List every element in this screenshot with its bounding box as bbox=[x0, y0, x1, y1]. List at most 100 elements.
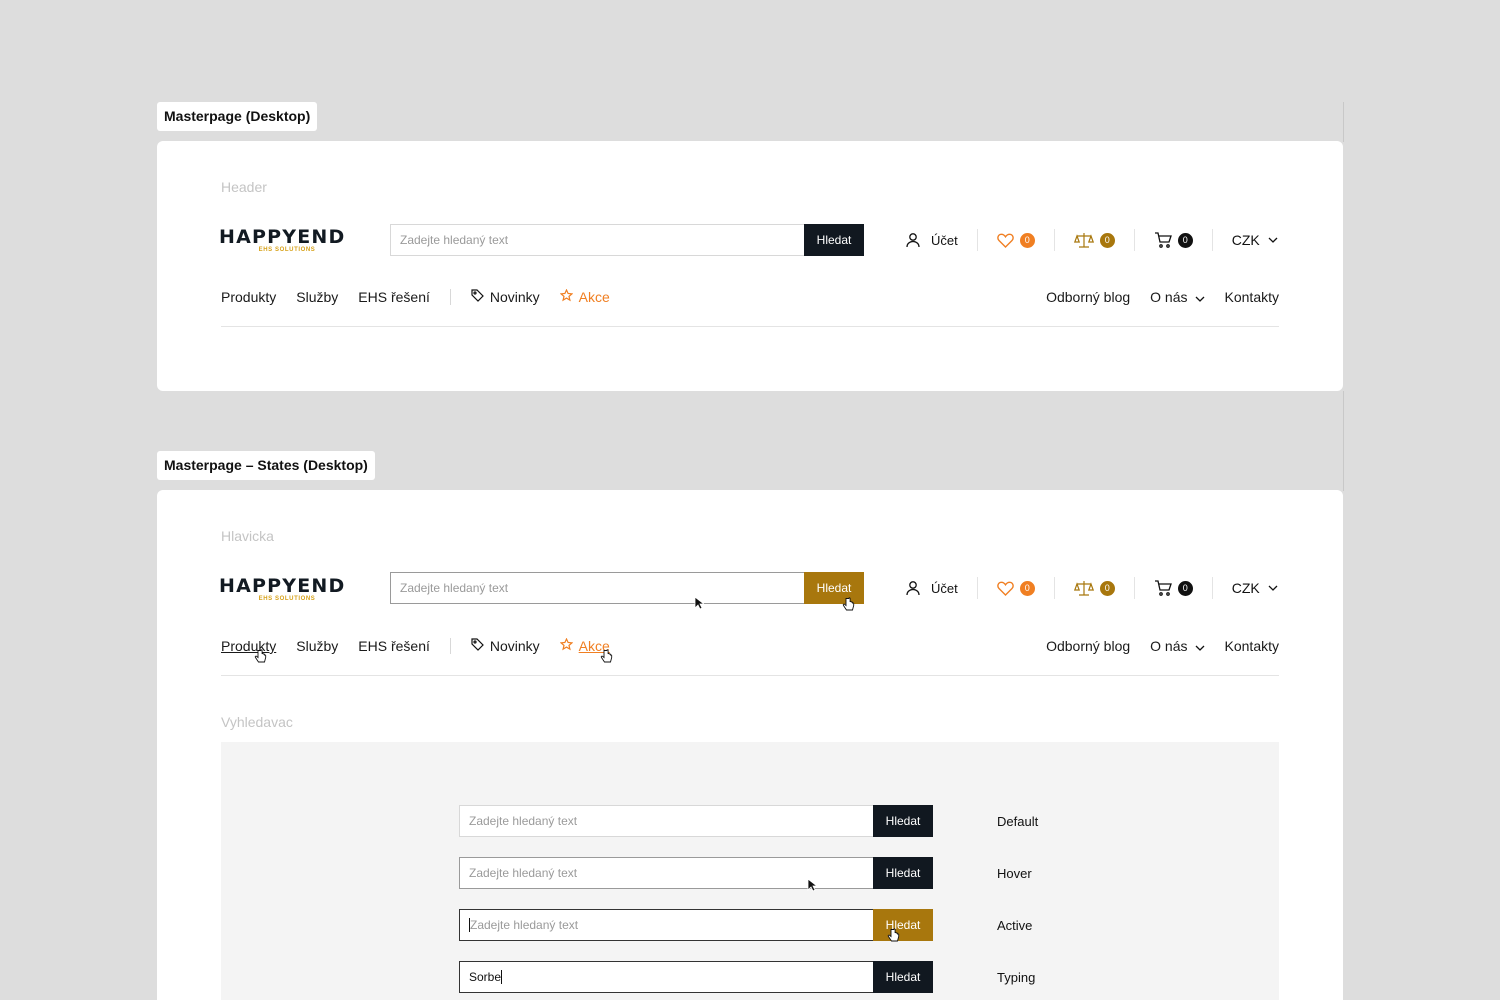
frame-title-desktop: Masterpage (Desktop) bbox=[157, 102, 318, 131]
wishlist-link[interactable]: 0 bbox=[978, 229, 1055, 251]
logo-wordmark: HAPPYEND bbox=[219, 575, 346, 597]
nav-services[interactable]: Služby bbox=[296, 289, 338, 305]
currency-label: CZK bbox=[1231, 580, 1260, 596]
state-label-active: Active bbox=[997, 918, 1033, 933]
nav-divider bbox=[449, 638, 451, 654]
search-bar-hover: Zadejte hledaný text Hledat bbox=[459, 857, 933, 889]
search-typed-value: Sorbe bbox=[469, 970, 502, 984]
search-button[interactable]: Hledat bbox=[804, 224, 864, 256]
nav-promo[interactable]: Akce bbox=[559, 288, 610, 305]
cart-icon bbox=[1154, 232, 1172, 248]
hand-cursor-icon bbox=[842, 597, 855, 611]
wishlist-count: 0 bbox=[1019, 232, 1035, 248]
nav-ehs[interactable]: EHS řešení bbox=[358, 289, 430, 305]
chevron-down-icon bbox=[1195, 289, 1205, 305]
nav-products[interactable]: Produkty bbox=[221, 289, 276, 305]
nav-promo-label: Akce bbox=[578, 289, 610, 305]
nav-divider bbox=[449, 289, 451, 305]
frame-divider bbox=[1343, 102, 1344, 142]
cart-icon bbox=[1154, 580, 1172, 596]
chevron-down-icon bbox=[1268, 585, 1278, 591]
main-nav: Produkty Služby EHS řešení Novinky Akce … bbox=[221, 626, 1279, 676]
nav-about[interactable]: O nás bbox=[1150, 638, 1204, 654]
hand-cursor-icon bbox=[600, 649, 613, 663]
search-button[interactable]: Hledat bbox=[804, 572, 864, 604]
states-card: Hlavicka HAPPYEND EHS SOLUTIONS Zadejte … bbox=[157, 490, 1343, 1000]
search-input[interactable]: Zadejte hledaný text bbox=[459, 805, 873, 837]
search-input[interactable]: Zadejte hledaný text bbox=[459, 909, 873, 941]
nav-about-label: O nás bbox=[1150, 289, 1188, 305]
account-link[interactable]: Účet bbox=[886, 577, 978, 599]
section-label-vyhledavac: Vyhledavac bbox=[221, 714, 293, 730]
logo[interactable]: HAPPYEND EHS SOLUTIONS bbox=[219, 227, 353, 261]
cart-link[interactable]: 0 bbox=[1135, 577, 1213, 599]
nav-blog[interactable]: Odborný blog bbox=[1046, 289, 1130, 305]
main-nav: Produkty Služby EHS řešení Novinky Akce … bbox=[221, 277, 1279, 327]
arrow-cursor-icon bbox=[694, 596, 704, 610]
wishlist-count: 0 bbox=[1019, 580, 1035, 596]
nav-products[interactable]: Produkty bbox=[221, 638, 276, 654]
nav-news[interactable]: Novinky bbox=[471, 289, 540, 305]
search-bar-typing: Sorbe Hledat bbox=[459, 961, 933, 993]
nav-contacts[interactable]: Kontakty bbox=[1225, 289, 1279, 305]
frame-title-states: Masterpage – States (Desktop) bbox=[157, 451, 375, 480]
nav-services[interactable]: Služby bbox=[296, 638, 338, 654]
nav-news-label: Novinky bbox=[489, 289, 540, 305]
search-button[interactable]: Hledat bbox=[873, 805, 933, 837]
cart-link[interactable]: 0 bbox=[1135, 229, 1213, 251]
header-card: Header HAPPYEND EHS SOLUTIONS Zadejte hl… bbox=[157, 141, 1343, 391]
cart-count: 0 bbox=[1177, 580, 1193, 596]
search-placeholder: Zadejte hledaný text bbox=[470, 918, 579, 932]
scales-icon bbox=[1073, 232, 1094, 248]
section-label-header: Header bbox=[221, 179, 267, 195]
utility-bar: Účet 0 0 0 CZK bbox=[886, 224, 1278, 256]
tag-icon bbox=[471, 638, 484, 654]
star-icon bbox=[559, 637, 574, 654]
tag-icon bbox=[471, 289, 484, 305]
heart-icon bbox=[996, 233, 1014, 248]
star-icon bbox=[559, 288, 574, 305]
nav-news[interactable]: Novinky bbox=[471, 638, 540, 654]
chevron-down-icon bbox=[1268, 237, 1278, 243]
arrow-cursor-icon bbox=[807, 878, 817, 892]
nav-ehs[interactable]: EHS řešení bbox=[358, 638, 430, 654]
currency-label: CZK bbox=[1231, 232, 1260, 248]
hand-cursor-icon bbox=[254, 649, 267, 663]
nav-contacts[interactable]: Kontakty bbox=[1225, 638, 1279, 654]
user-icon bbox=[905, 580, 921, 596]
compare-link[interactable]: 0 bbox=[1055, 577, 1135, 599]
search-input[interactable]: Zadejte hledaný text bbox=[390, 572, 804, 604]
search-bar-active: Zadejte hledaný text Hledat bbox=[459, 909, 933, 941]
nav-about-label: O nás bbox=[1150, 638, 1188, 654]
state-label-hover: Hover bbox=[997, 866, 1032, 881]
compare-count: 0 bbox=[1099, 232, 1115, 248]
currency-selector[interactable]: CZK bbox=[1213, 229, 1278, 251]
section-label-hlavicka: Hlavicka bbox=[221, 528, 274, 544]
nav-news-label: Novinky bbox=[489, 638, 540, 654]
compare-count: 0 bbox=[1099, 580, 1115, 596]
logo[interactable]: HAPPYEND EHS SOLUTIONS bbox=[219, 576, 353, 610]
user-icon bbox=[905, 232, 921, 248]
search-bar: Zadejte hledaný text Hledat bbox=[390, 224, 864, 256]
hand-cursor-icon bbox=[887, 928, 900, 942]
heart-icon bbox=[996, 581, 1014, 596]
search-input[interactable]: Sorbe bbox=[459, 961, 873, 993]
nav-about[interactable]: O nás bbox=[1150, 289, 1204, 305]
search-bar-default: Zadejte hledaný text Hledat bbox=[459, 805, 933, 837]
search-input[interactable]: Zadejte hledaný text bbox=[390, 224, 804, 256]
wishlist-link[interactable]: 0 bbox=[978, 577, 1055, 599]
state-label-default: Default bbox=[997, 814, 1039, 829]
nav-blog[interactable]: Odborný blog bbox=[1046, 638, 1130, 654]
search-button[interactable]: Hledat bbox=[873, 857, 933, 889]
currency-selector[interactable]: CZK bbox=[1213, 577, 1278, 599]
logo-wordmark: HAPPYEND bbox=[219, 226, 346, 248]
account-link[interactable]: Účet bbox=[886, 229, 978, 251]
account-label: Účet bbox=[931, 232, 958, 248]
search-button[interactable]: Hledat bbox=[873, 961, 933, 993]
search-states-panel: Zadejte hledaný text Hledat Default Zade… bbox=[221, 742, 1279, 1000]
search-button[interactable]: Hledat bbox=[873, 909, 933, 941]
compare-link[interactable]: 0 bbox=[1055, 229, 1135, 251]
cart-count: 0 bbox=[1177, 232, 1193, 248]
account-label: Účet bbox=[931, 580, 958, 596]
frame-divider bbox=[1343, 391, 1344, 491]
